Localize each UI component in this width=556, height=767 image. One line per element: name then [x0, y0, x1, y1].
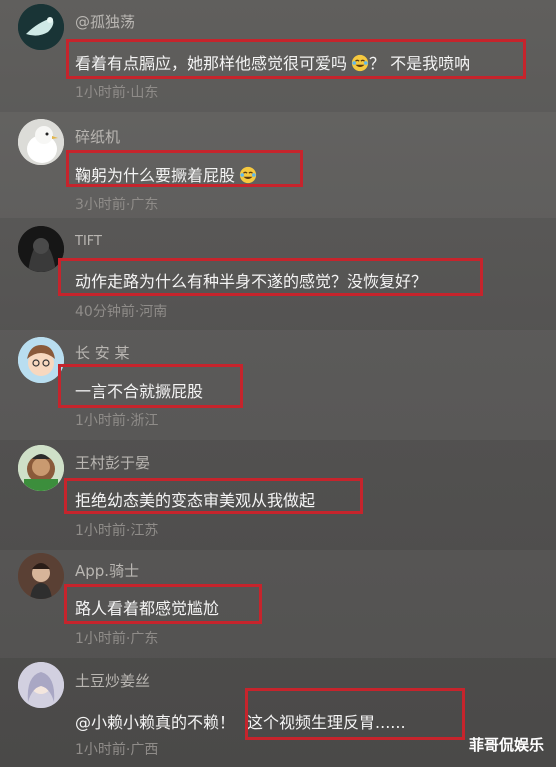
comment-item: App.骑士 路人看着都感觉尴尬 1小时前·广东	[0, 550, 556, 658]
comment-item: 碎纸机 鞠躬为什么要撅着屁股 3小时前·广东	[0, 112, 556, 218]
username[interactable]: @孤独荡	[75, 11, 135, 32]
username[interactable]: 长 安 某	[75, 342, 130, 363]
username[interactable]: 土豆炒姜丝	[75, 670, 150, 691]
comment-meta: 1小时前·江苏	[75, 523, 159, 539]
comment-meta: 40分钟前·河南	[75, 304, 168, 320]
watermark: 菲哥侃娱乐	[468, 736, 544, 754]
comment-item: @孤独荡 看着有点膈应，她那样他感觉很可爱吗？ 不是我喷呐 1小时前·山东	[0, 0, 556, 112]
mention-link[interactable]: @小赖小赖真的不赖！	[75, 713, 235, 732]
comment-meta: 1小时前·广西	[75, 742, 159, 758]
avatar[interactable]	[18, 445, 64, 491]
avatar[interactable]	[18, 119, 64, 165]
comment-meta: 3小时前·广东	[75, 197, 159, 213]
username[interactable]: 王村彭于晏	[75, 452, 150, 473]
highlight-box	[66, 39, 526, 79]
highlight-box	[66, 150, 303, 187]
comment-item: 王村彭于晏 拒绝幼态美的变态审美观从我做起 1小时前·江苏	[0, 440, 556, 550]
highlight-box	[58, 258, 483, 296]
username[interactable]: TIFT	[75, 234, 102, 249]
username[interactable]: 碎纸机	[75, 126, 120, 147]
highlight-box	[64, 584, 262, 624]
highlight-box	[245, 688, 465, 740]
username[interactable]: App.骑士	[75, 560, 139, 581]
avatar[interactable]	[18, 4, 64, 50]
comment-item: TIFT 动作走路为什么有种半身不遂的感觉？没恢复好？ 40分钟前·河南	[0, 218, 556, 330]
comment-meta: 1小时前·广东	[75, 631, 159, 647]
comment-meta: 1小时前·浙江	[75, 413, 159, 429]
highlight-box	[58, 364, 243, 408]
avatar[interactable]	[18, 553, 64, 599]
avatar[interactable]	[18, 662, 64, 708]
comment-meta: 1小时前·山东	[75, 85, 159, 101]
comment-item: 长 安 某 一言不合就撅屁股 1小时前·浙江	[0, 330, 556, 440]
highlight-box	[64, 478, 363, 514]
